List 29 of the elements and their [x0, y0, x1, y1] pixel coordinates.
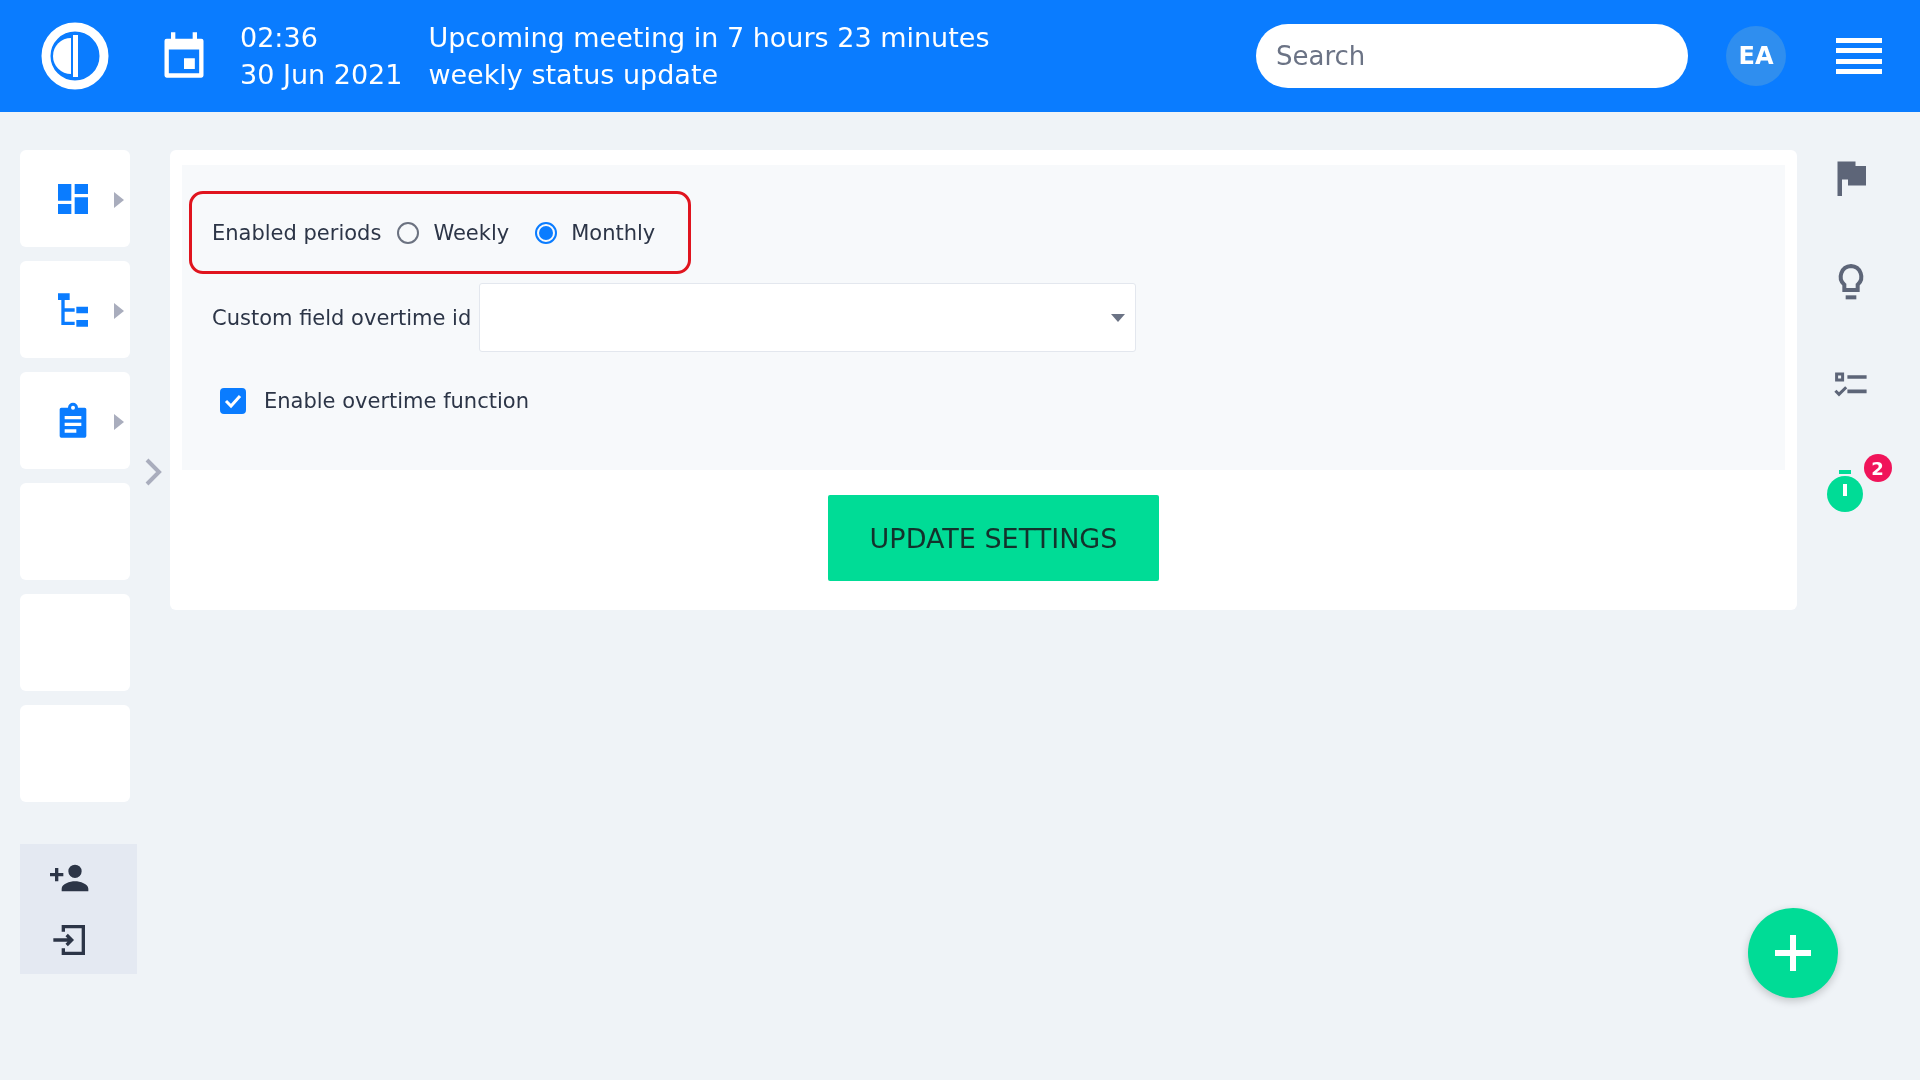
meeting-countdown[interactable]: Upcoming meeting in 7 hours 23 minutes	[428, 19, 990, 56]
sidebar-tile[interactable]	[20, 150, 130, 247]
caret-right-icon	[114, 303, 124, 319]
caret-right-icon	[114, 414, 124, 430]
sidebar-tile[interactable]	[20, 372, 130, 469]
clock-time: 02:36	[240, 21, 319, 55]
plus-icon	[1773, 933, 1813, 973]
logo-icon[interactable]	[40, 21, 110, 91]
radio-circle[interactable]	[397, 221, 420, 244]
field-label: Custom field overtime id	[212, 305, 472, 330]
notification-badge: 2	[1863, 454, 1892, 482]
radio-label: Monthly	[571, 220, 656, 245]
caret-icon	[1111, 314, 1126, 322]
radio-option[interactable]: Weekly	[397, 220, 520, 245]
meeting-title[interactable]: weekly status update	[428, 56, 990, 93]
checkbox-label: Enable overtime function	[264, 389, 529, 413]
radio-circle[interactable]	[535, 221, 558, 244]
search-field[interactable]: Search	[1256, 24, 1688, 88]
menu-icon[interactable]	[1836, 38, 1882, 74]
checkbox[interactable]	[220, 388, 246, 414]
current-date: 30 Jun 2021	[240, 58, 403, 92]
caret-right-icon	[114, 192, 124, 208]
update-settings-button[interactable]: UPDATE SETTINGS	[828, 495, 1159, 581]
sidebar-tile[interactable]	[20, 261, 130, 358]
dropdown-field[interactable]	[479, 283, 1137, 352]
radio-option[interactable]: Monthly	[535, 220, 666, 245]
radio-label: Weekly	[433, 220, 510, 245]
checkmark-icon	[224, 392, 242, 410]
field-label: Enabled periods	[212, 220, 382, 245]
